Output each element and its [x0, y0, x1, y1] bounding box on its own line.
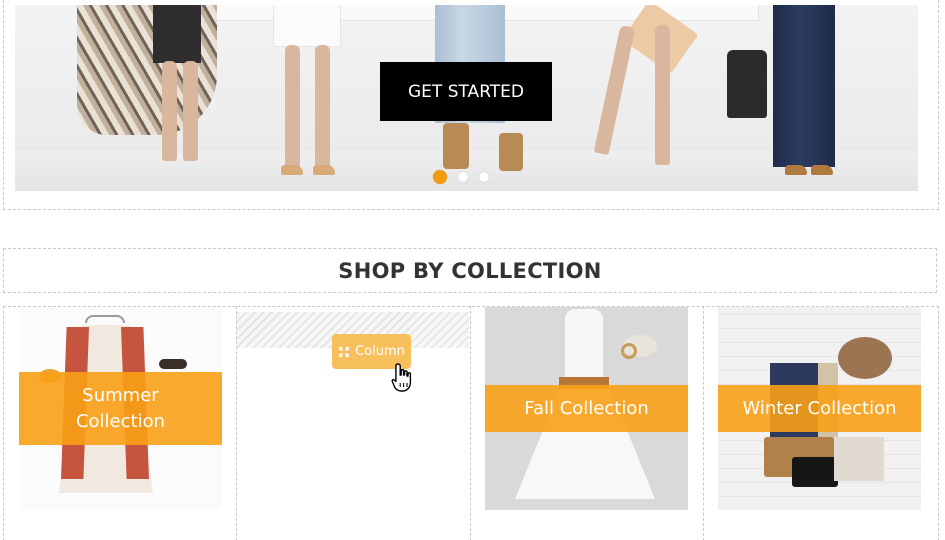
- hero-boot: [499, 133, 523, 171]
- hand-cursor-icon: [391, 363, 412, 392]
- hero-leg: [162, 61, 177, 161]
- collection-card-winter[interactable]: Winter Collection: [718, 307, 921, 510]
- summer-collection-line-1: Summer: [82, 384, 159, 406]
- column-divider: [703, 306, 704, 540]
- hero-leg: [593, 24, 636, 156]
- hero-leg: [183, 61, 198, 161]
- collection-card-summer[interactable]: Summer Collection: [19, 307, 222, 510]
- hero-shoe: [811, 165, 833, 175]
- summer-collection-line-2: Collection: [75, 410, 166, 432]
- slider-dot-3[interactable]: [479, 172, 489, 182]
- winter-collection-label: Winter Collection: [718, 385, 921, 432]
- hero-banner: GET STARTED: [15, 5, 918, 191]
- hero-skirt-dark: [153, 5, 201, 63]
- hero-dress-white: [273, 5, 341, 47]
- hero-handbag: [727, 50, 767, 118]
- hero-jeans-dark: [773, 5, 835, 167]
- column-chip-label: Column: [355, 344, 405, 359]
- hero-boot: [443, 123, 469, 169]
- section-title: SHOP BY COLLECTION: [338, 258, 602, 283]
- heading-row: SHOP BY COLLECTION: [3, 248, 937, 293]
- move-arrows-icon: [339, 346, 350, 357]
- column-divider: [470, 306, 471, 540]
- hero-leg: [655, 25, 670, 165]
- winter-collection-title: Winter Collection: [742, 397, 897, 419]
- collection-card-fall[interactable]: Fall Collection: [485, 307, 688, 510]
- fall-collection-title: Fall Collection: [524, 397, 649, 419]
- hero-leg: [285, 45, 300, 169]
- slider-dots: [433, 170, 489, 184]
- hero-leg: [315, 45, 330, 169]
- summer-collection-label: Summer Collection: [19, 372, 222, 445]
- hero-shoe: [313, 165, 335, 175]
- fall-collection-label: Fall Collection: [485, 385, 688, 432]
- hero-shoe: [785, 165, 807, 175]
- slider-dot-2[interactable]: [458, 172, 468, 182]
- hero-shoe: [281, 165, 303, 175]
- slider-dot-1[interactable]: [433, 170, 447, 184]
- get-started-button[interactable]: GET STARTED: [380, 62, 552, 121]
